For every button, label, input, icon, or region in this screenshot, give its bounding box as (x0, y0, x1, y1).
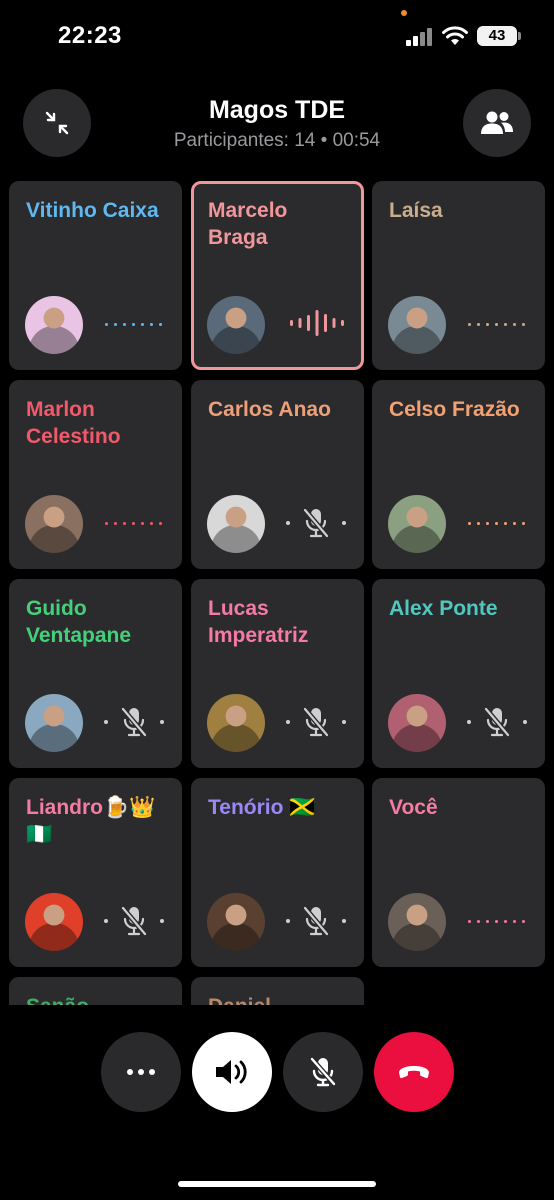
participant-name: Tenório 🇯🇲 (208, 796, 316, 819)
participant-avatar (388, 296, 446, 354)
battery-indicator: 43 (477, 26, 517, 46)
participant-name: Guido Ventapane (26, 597, 132, 647)
mic-off-icon (102, 903, 166, 939)
connecting-dots-icon (468, 520, 526, 528)
participant-tile[interactable]: Daniel (191, 977, 364, 1006)
mic-off-icon (102, 704, 166, 740)
participant-tile[interactable]: Sanão (9, 977, 182, 1006)
speaker-button[interactable] (192, 1032, 272, 1112)
participant-tile[interactable]: Marlon Celestino (9, 380, 182, 569)
participant-avatar (207, 893, 265, 951)
participant-avatar (25, 694, 83, 752)
participant-name: Marcelo Braga (208, 199, 288, 249)
participant-avatar (25, 495, 83, 553)
participant-avatar (388, 694, 446, 752)
speaker-icon (216, 1060, 247, 1084)
people-icon (481, 111, 513, 134)
mic-off-icon (284, 505, 348, 541)
participants-grid[interactable]: Vitinho Caixa Marcelo Braga Laísa Marlon Ce… (9, 181, 545, 1006)
participant-avatar (388, 495, 446, 553)
participant-name: Laísa (389, 199, 443, 222)
participant-tile[interactable]: Guido Ventapane (9, 579, 182, 768)
participant-name: Carlos Anao (208, 398, 331, 421)
speaking-waveform-icon (287, 308, 347, 338)
participant-tile[interactable]: Liandro🍺👑🇳🇬 (9, 778, 182, 967)
participant-tile[interactable]: Alex Ponte (372, 579, 545, 768)
microphone-toggle-button[interactable] (283, 1032, 363, 1112)
participant-avatar (25, 893, 83, 951)
participant-tile[interactable]: Laísa (372, 181, 545, 370)
controls-bar (0, 1005, 554, 1200)
status-bar: 22:23 43 (0, 0, 554, 70)
home-indicator (178, 1181, 376, 1187)
participant-tile[interactable]: Carlos Anao (191, 380, 364, 569)
connecting-dots-icon (468, 321, 526, 329)
participant-avatar (207, 495, 265, 553)
mic-off-icon (284, 903, 348, 939)
participant-tile[interactable]: Celso Frazão (372, 380, 545, 569)
status-time: 22:23 (58, 22, 122, 49)
privacy-indicator (401, 10, 407, 16)
participant-tile[interactable]: Você (372, 778, 545, 967)
connecting-dots-icon (468, 918, 526, 926)
phone-hangup-icon (399, 1066, 429, 1079)
mic-off-icon (284, 704, 348, 740)
connecting-dots-icon (105, 520, 163, 528)
participant-name: Celso Frazão (389, 398, 520, 421)
end-call-button[interactable] (374, 1032, 454, 1112)
participant-avatar (25, 296, 83, 354)
participant-tile[interactable]: Vitinho Caixa (9, 181, 182, 370)
participant-name: Marlon Celestino (26, 398, 121, 448)
mic-off-icon (310, 1056, 336, 1087)
participant-avatar (388, 893, 446, 951)
participant-name: Você (389, 796, 438, 819)
participant-tile[interactable]: Marcelo Braga (191, 181, 364, 370)
participant-name: Liandro🍺👑🇳🇬 (26, 796, 156, 846)
participant-name: Alex Ponte (389, 597, 498, 620)
participant-tile[interactable]: Tenório 🇯🇲 (191, 778, 364, 967)
more-dots-icon (127, 1069, 155, 1075)
connecting-dots-icon (105, 321, 163, 329)
more-options-button[interactable] (101, 1032, 181, 1112)
participant-tile[interactable]: Lucas Imperatriz (191, 579, 364, 768)
cellular-signal-icon (406, 28, 434, 46)
participants-button[interactable] (463, 89, 531, 157)
participant-name: Lucas Imperatriz (208, 597, 309, 647)
wifi-icon (442, 26, 468, 45)
participant-name: Vitinho Caixa (26, 199, 159, 222)
battery-tip (518, 32, 521, 40)
participant-avatar (207, 296, 265, 354)
mic-off-icon (465, 704, 529, 740)
participant-avatar (207, 694, 265, 752)
